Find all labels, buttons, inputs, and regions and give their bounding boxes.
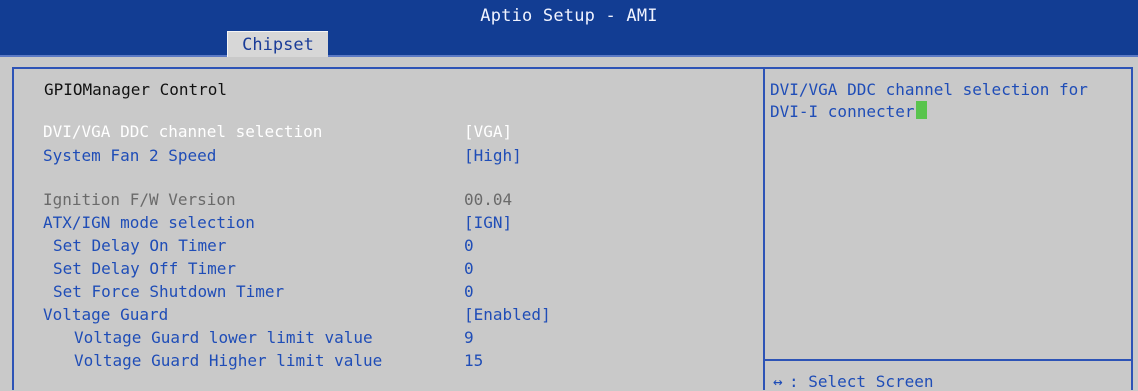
setting-label: Set Delay Off Timer [53, 259, 237, 278]
setting-row-delay-off-timer[interactable]: Set Delay Off Timer 0 [14, 258, 749, 280]
help-divider [765, 359, 1131, 361]
setting-row-delay-on-timer[interactable]: Set Delay On Timer 0 [14, 235, 749, 257]
setting-value[interactable]: 15 [464, 350, 483, 372]
setting-label: System Fan 2 Speed [43, 146, 217, 165]
main-settings-panel: GPIOManager Control DVI/VGA DDC channel … [12, 67, 763, 390]
setting-row-ddc-channel[interactable]: DVI/VGA DDC channel selection [VGA] [14, 121, 749, 143]
arrow-left-right-icon: ↔ [773, 372, 783, 391]
app-title: Aptio Setup - AMI [480, 6, 658, 26]
setting-label: ATX/IGN mode selection [43, 213, 255, 232]
setting-label: Voltage Guard [43, 305, 169, 324]
setting-label: Voltage Guard lower limit value [74, 328, 373, 347]
text-cursor [915, 101, 927, 119]
setting-value[interactable]: 0 [464, 235, 474, 257]
setting-label: Voltage Guard Higher limit value [74, 351, 383, 370]
setting-value[interactable]: [IGN] [464, 212, 512, 234]
help-panel: DVI/VGA DDC channel selection for DVI-I … [763, 67, 1133, 391]
top-header-bar: Aptio Setup - AMI Chipset [0, 0, 1138, 57]
setting-value[interactable]: [VGA] [464, 121, 512, 143]
setting-row-voltage-guard-lower[interactable]: Voltage Guard lower limit value 9 [14, 327, 749, 349]
info-row-ignition-fw-version: Ignition F/W Version 00.04 [14, 189, 749, 211]
setting-value[interactable]: 9 [464, 327, 474, 349]
info-label: Ignition F/W Version [43, 190, 236, 209]
help-footer: ↔ : Select Screen [773, 373, 934, 391]
setting-row-voltage-guard-higher[interactable]: Voltage Guard Higher limit value 15 [14, 350, 749, 372]
setting-row-voltage-guard[interactable]: Voltage Guard [Enabled] [14, 304, 749, 326]
help-text-block: DVI/VGA DDC channel selection for DVI-I … [770, 79, 1120, 123]
help-text: DVI/VGA DDC channel selection for DVI-I … [770, 80, 1088, 121]
setting-label: DVI/VGA DDC channel selection [43, 122, 323, 141]
tab-chipset[interactable]: Chipset [227, 31, 328, 57]
setting-value[interactable]: [High] [464, 145, 522, 167]
setting-value[interactable]: [Enabled] [464, 304, 551, 326]
setting-row-force-shutdown-timer[interactable]: Set Force Shutdown Timer 0 [14, 281, 749, 303]
setting-value[interactable]: 0 [464, 281, 474, 303]
section-title: GPIOManager Control [44, 80, 228, 99]
setting-row-system-fan-2-speed[interactable]: System Fan 2 Speed [High] [14, 145, 749, 167]
setting-row-atx-ign-mode[interactable]: ATX/IGN mode selection [IGN] [14, 212, 749, 234]
setting-value[interactable]: 0 [464, 258, 474, 280]
help-footer-label: : Select Screen [789, 372, 934, 391]
info-value: 00.04 [464, 190, 513, 209]
setting-label: Set Force Shutdown Timer [53, 282, 285, 301]
setting-label: Set Delay On Timer [53, 236, 227, 255]
